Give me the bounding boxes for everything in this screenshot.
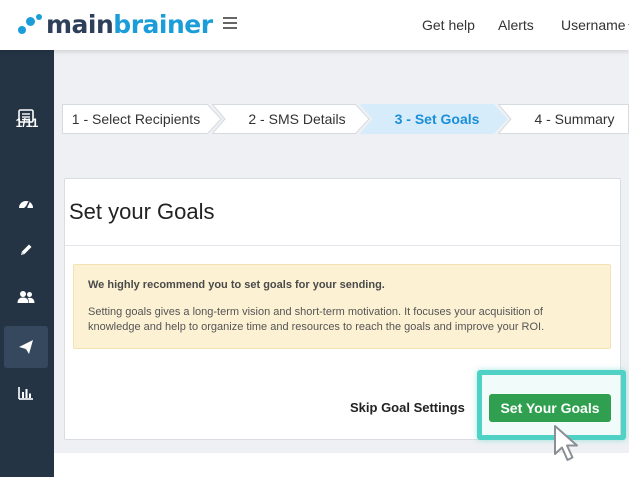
- menu-toggle-icon[interactable]: [223, 17, 237, 29]
- wizard-step-select-recipients[interactable]: 1 - Select Recipients: [62, 104, 222, 134]
- wizard-step-set-goals[interactable]: 3 - Set Goals: [360, 104, 508, 134]
- step-label: 4 - Summary: [534, 111, 615, 127]
- mouse-pointer-icon: [554, 425, 578, 461]
- page-title: Set your Goals: [69, 199, 215, 224]
- alerts-link[interactable]: Alerts: [498, 17, 534, 33]
- notice-body: Setting goals gives a long-term vision a…: [88, 306, 545, 333]
- wizard-step-sms-details[interactable]: 2 - SMS Details: [212, 104, 370, 134]
- brand-name: mainbrainer: [46, 10, 213, 39]
- users-icon[interactable]: [4, 276, 48, 318]
- dashboard-icon[interactable]: [4, 182, 48, 224]
- set-your-goals-button[interactable]: Set Your Goals: [489, 394, 611, 422]
- brand-logo[interactable]: mainbrainer: [16, 10, 213, 40]
- chart-icon[interactable]: [4, 372, 48, 414]
- username-label: Username: [561, 17, 626, 33]
- username-menu[interactable]: Username: [561, 17, 629, 33]
- step-label: 1 - Select Recipients: [71, 111, 201, 127]
- divider: [65, 245, 620, 246]
- skip-goal-settings-link[interactable]: Skip Goal Settings: [350, 400, 465, 415]
- send-icon[interactable]: [4, 326, 48, 368]
- get-help-link[interactable]: Get help: [422, 17, 475, 33]
- wizard-step-summary[interactable]: 4 - Summary: [498, 104, 629, 134]
- notice-heading: We highly recommend you to set goals for…: [88, 279, 385, 291]
- step-label: 3 - Set Goals: [394, 111, 480, 127]
- pencil-icon[interactable]: [4, 229, 48, 271]
- sidebar: 1/11: [0, 50, 54, 477]
- logo-dots-icon: [16, 12, 46, 38]
- step-label: 2 - SMS Details: [248, 111, 346, 127]
- recommendation-notice: We highly recommend you to set goals for…: [73, 264, 611, 349]
- top-bar: mainbrainer Get help Alerts Username: [0, 0, 629, 50]
- step-counter: 1/11: [15, 116, 39, 130]
